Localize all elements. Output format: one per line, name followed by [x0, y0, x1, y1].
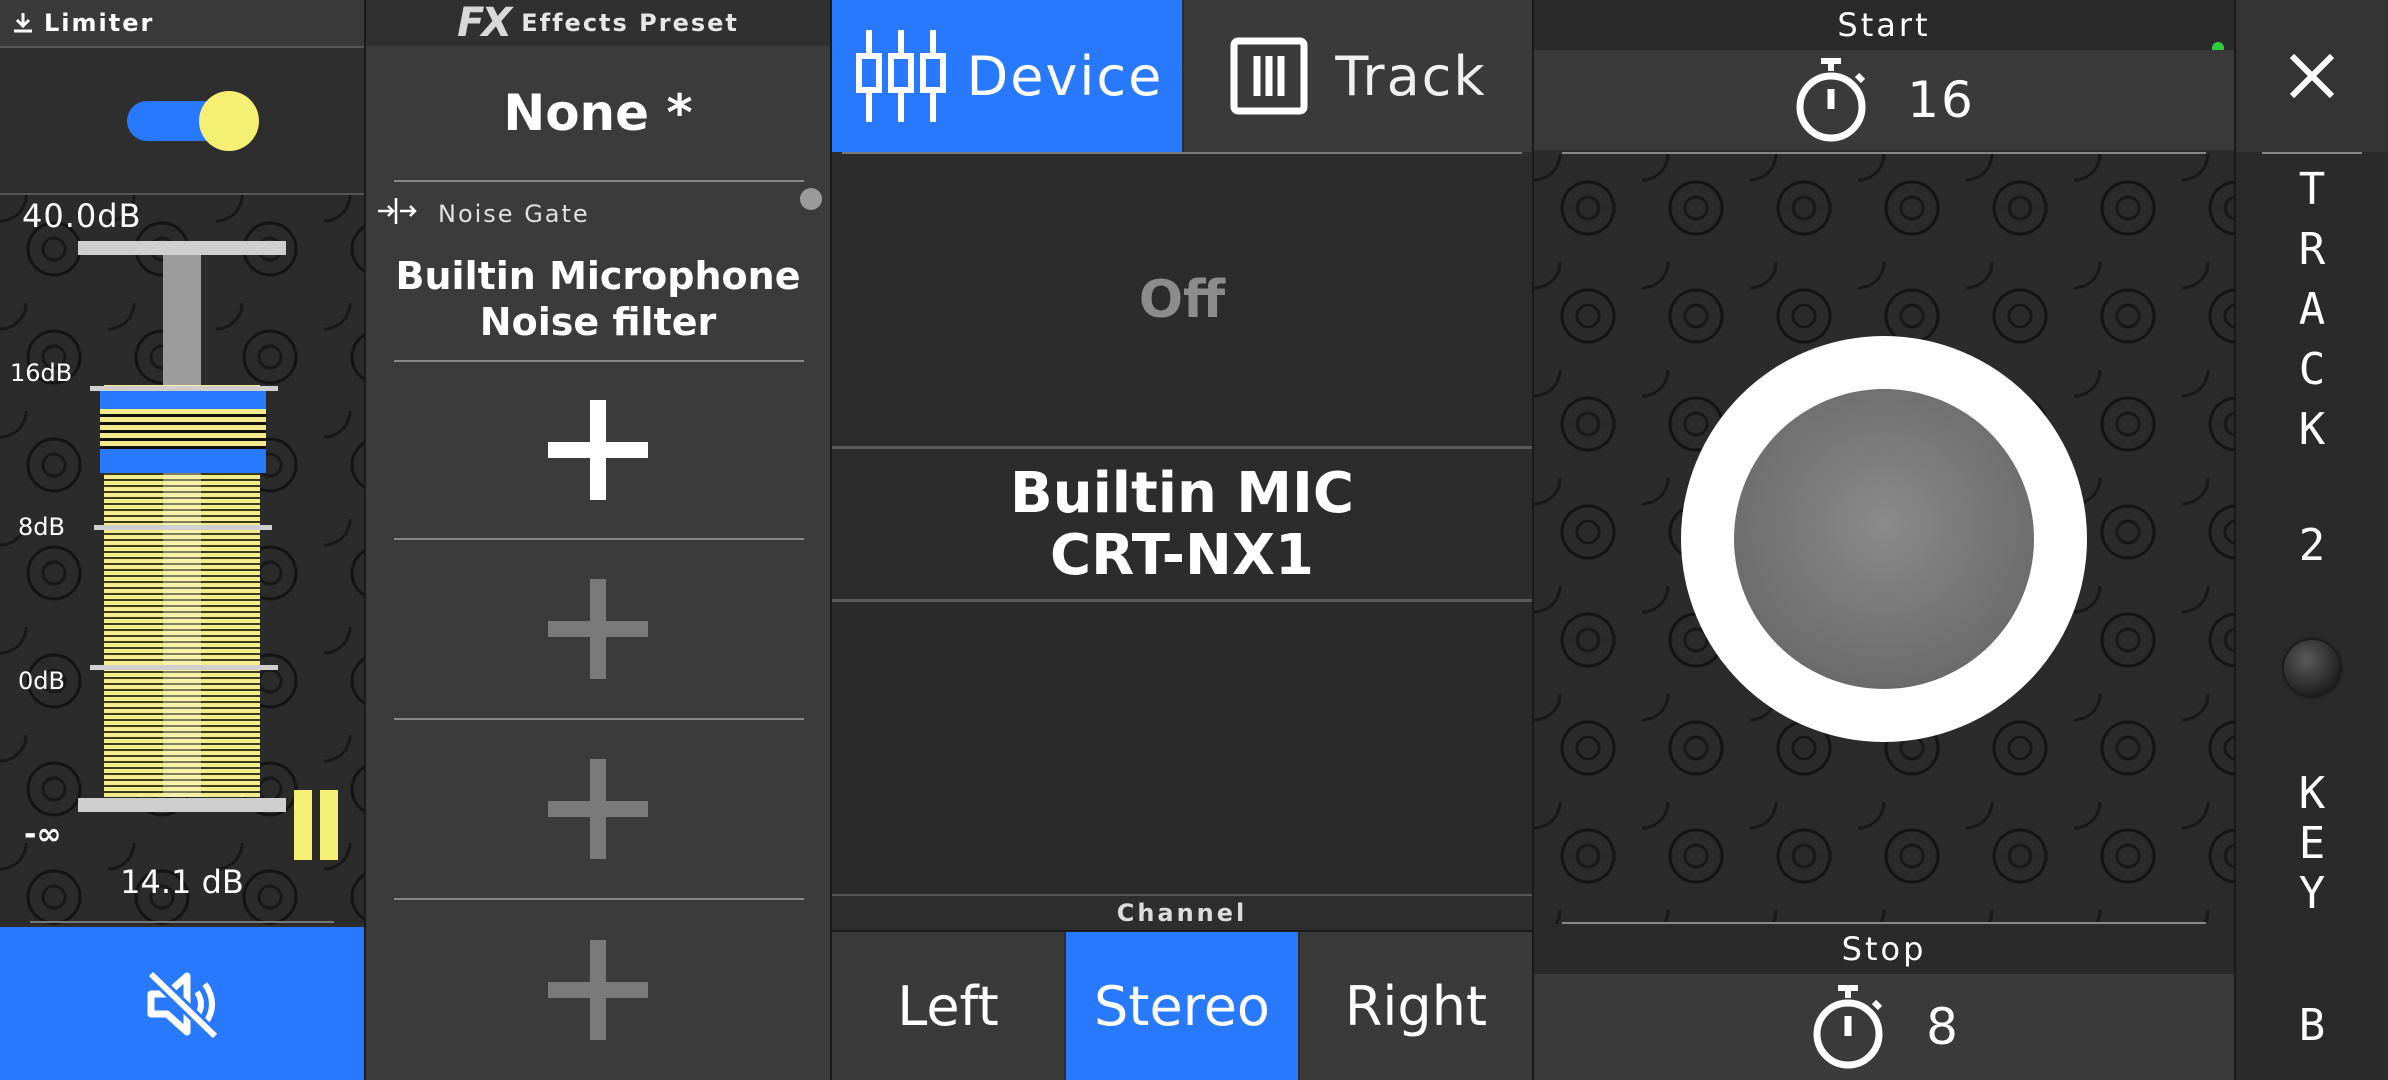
recorder-panel: Start 16 Stop 8 [1534, 0, 2234, 1080]
stop-timer[interactable]: 8 [1534, 974, 2234, 1080]
fx-logo: FX [457, 0, 512, 46]
meter-top-rail [78, 241, 286, 255]
stopwatch-icon [1796, 58, 1866, 142]
limiter-level-label: 14.1 dB [120, 863, 244, 901]
effect-name-line2: Noise filter [479, 300, 717, 344]
device-status-label: Off [1138, 270, 1226, 330]
add-effect-slot-2[interactable] [366, 362, 830, 538]
effects-title: Effects Preset [521, 9, 739, 37]
limiter-toggle[interactable] [127, 91, 259, 151]
channel-stereo-button[interactable]: Stereo [1066, 932, 1298, 1080]
scale-label-neg-inf: -∞ [24, 817, 62, 852]
noise-gate-icon [378, 198, 417, 224]
stop-value: 8 [1926, 998, 1958, 1056]
columns-icon [1230, 37, 1308, 115]
sliders-icon [855, 30, 946, 122]
threshold-stem [163, 255, 201, 385]
plus-icon [548, 940, 648, 1040]
threshold-handle[interactable] [100, 387, 266, 473]
download-icon [14, 13, 32, 33]
close-icon [2289, 53, 2335, 99]
effect-slot-1[interactable]: Noise Gate Builtin Microphone Noise filt… [366, 182, 830, 360]
channel-header: Channel [832, 896, 1532, 930]
speaker-muted-icon [146, 969, 220, 1040]
channel-right-button[interactable]: Right [1300, 932, 1532, 1080]
device-panel: Device Track Off Builtin MIC CRT-NX1 Cha… [832, 0, 1532, 1080]
record-button[interactable] [1681, 336, 2087, 742]
effects-header: FX Effects Preset [366, 0, 830, 46]
tab-device[interactable]: Device [832, 0, 1182, 152]
start-label: Start [1837, 6, 1931, 44]
effect-name-line1: Builtin Microphone [395, 254, 801, 298]
scale-label-8db: 8dB [18, 513, 65, 541]
track-letter-a: A [2298, 284, 2326, 335]
track-letter-c: C [2298, 344, 2326, 395]
record-button-inner [1734, 389, 2034, 689]
status-knob[interactable] [2284, 640, 2340, 696]
limiter-title: Limiter [44, 9, 155, 37]
preset-selector[interactable]: None * [366, 46, 830, 180]
add-effect-slot-4[interactable] [366, 720, 830, 898]
limiter-panel: Limiter 40.0dB 16dB 8dB 0dB -∞ 14.1 dB [0, 0, 364, 1080]
limiter-header: Limiter [0, 0, 364, 46]
key-letter-e: E [2298, 818, 2326, 869]
stopwatch-icon [1813, 985, 1883, 1069]
device-status: Off [832, 154, 1532, 446]
plus-icon [548, 759, 648, 859]
start-header: Start [1534, 0, 2234, 50]
preset-name: None * [503, 84, 693, 142]
plus-icon [548, 400, 648, 500]
key-selector[interactable]: K E Y B [2236, 760, 2388, 1070]
track-selector[interactable]: T R A C K 2 [2236, 154, 2388, 574]
start-timer[interactable]: 16 [1534, 50, 2234, 150]
channel-label: Channel [1116, 899, 1248, 927]
tab-device-label: Device [966, 44, 1164, 108]
device-name-line1: Builtin MIC [1010, 461, 1354, 526]
scale-label-16db: 16dB [10, 359, 73, 387]
device-name-line2: CRT-NX1 [1050, 523, 1314, 588]
start-value: 16 [1907, 71, 1975, 129]
key-letter-k: K [2298, 768, 2326, 819]
scale-label-0db: 0dB [18, 667, 65, 695]
toggle-knob [199, 91, 259, 151]
device-empty-area [832, 602, 1532, 894]
tab-track[interactable]: Track [1184, 0, 1532, 152]
tab-track-label: Track [1335, 44, 1487, 108]
channel-left-label: Left [897, 974, 999, 1038]
limiter-max-label: 40.0dB [22, 197, 142, 235]
stop-label: Stop [1841, 930, 1927, 968]
add-effect-slot-5[interactable] [366, 900, 830, 1080]
meter-bottom-rail [78, 798, 286, 812]
close-button[interactable] [2236, 0, 2388, 152]
effect-type-label: Noise Gate [438, 200, 590, 228]
channel-stereo-label: Stereo [1094, 974, 1270, 1038]
channel-right-label: Right [1344, 974, 1488, 1038]
side-panel: T R A C K 2 K E Y B [2236, 0, 2388, 1080]
device-name[interactable]: Builtin MIC CRT-NX1 [832, 449, 1532, 599]
track-number: 2 [2298, 520, 2326, 571]
key-value: B [2298, 1000, 2326, 1051]
add-effect-slot-3[interactable] [366, 540, 830, 718]
track-letter-k: K [2298, 404, 2326, 455]
limiter-meter-area: 40.0dB 16dB 8dB 0dB -∞ 14.1 dB [0, 195, 364, 925]
mute-button[interactable] [0, 927, 364, 1080]
effects-panel: FX Effects Preset None * Noise Gate Buil… [366, 0, 830, 1080]
key-letter-y: Y [2298, 868, 2326, 919]
peak-hold-indicator [294, 790, 342, 860]
channel-left-button[interactable]: Left [832, 932, 1064, 1080]
slot-status-dot [800, 188, 822, 210]
plus-icon [548, 579, 648, 679]
stop-header: Stop [1534, 924, 2234, 974]
track-letter-t: T [2298, 164, 2326, 215]
record-pad-area [1534, 154, 2234, 924]
track-letter-r: R [2298, 224, 2326, 275]
